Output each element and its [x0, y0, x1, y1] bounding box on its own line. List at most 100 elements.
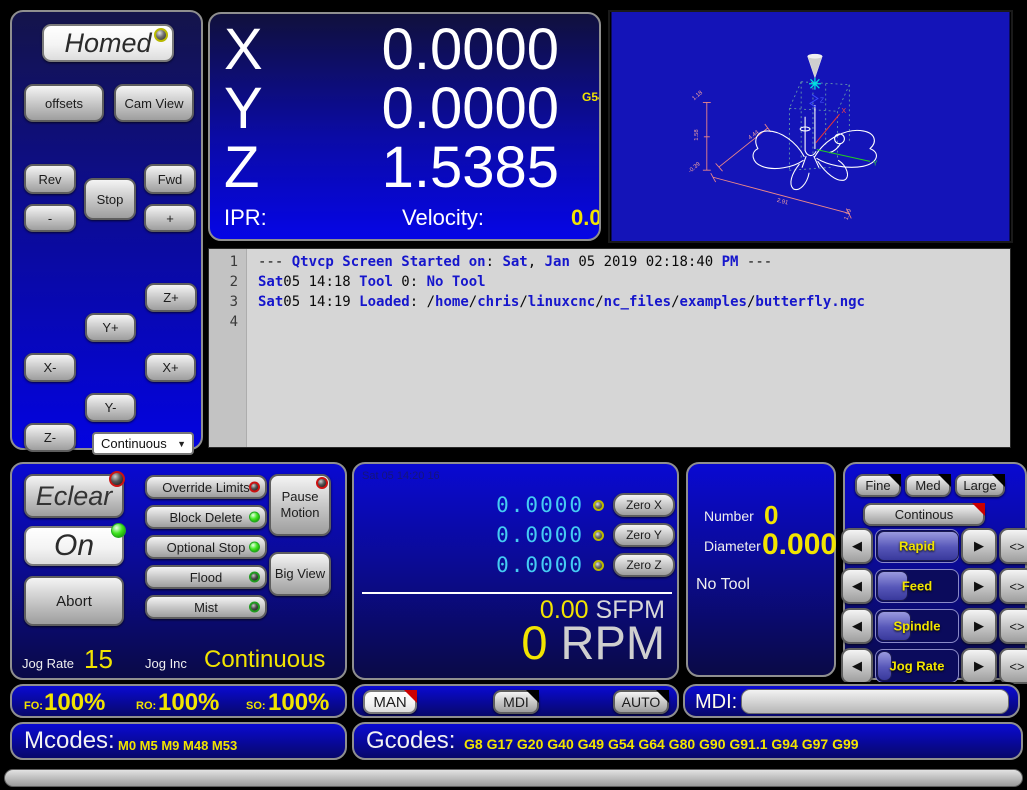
toggle-block-delete-button[interactable]: Block Delete [145, 505, 267, 529]
swap-button[interactable]: <> [999, 528, 1027, 564]
rapid-override-value: 100% [158, 689, 219, 717]
jog-med-button[interactable]: Med [905, 474, 951, 497]
decrease-button[interactable]: ◀ [841, 528, 873, 564]
pause-motion-button[interactable]: Pause Motion [269, 474, 331, 536]
jog-y-minus-button[interactable]: Y- [85, 393, 136, 422]
increase-button[interactable]: ▶ [961, 528, 997, 564]
toggle-mist-button[interactable]: Mist [145, 595, 267, 619]
jog-continuous-button[interactable]: Continous [863, 503, 985, 526]
dro-axis-value: 1.5385 [382, 138, 559, 197]
toggle-override-limits-button[interactable]: Override Limits [145, 475, 267, 499]
preview-background [611, 12, 1009, 241]
mdi-label: MDI: [695, 691, 737, 714]
homed-button[interactable]: Homed [42, 24, 174, 62]
log-lines: 1--- Qtvcp Screen Started on: Sat, Jan 0… [209, 252, 1010, 332]
mcodes-label: Mcodes: [24, 727, 115, 755]
toggle-led-icon [249, 482, 260, 493]
toggle-led-icon [249, 572, 260, 583]
log-segment: : [486, 254, 503, 270]
y-axis-label: Y [873, 160, 878, 167]
log-line-number: 4 [209, 312, 246, 332]
toggle-led-icon [249, 512, 260, 523]
increase-button[interactable]: ▶ [961, 568, 997, 604]
spindle-rev-button[interactable]: Rev [24, 164, 76, 194]
log-segment: examples [680, 294, 747, 310]
jog-z-minus-button[interactable]: Z- [24, 423, 76, 452]
log-segment: nc_files [604, 294, 671, 310]
dro-axis-row: Y0.0000 [210, 79, 599, 138]
estop-clear-button[interactable]: Eclear [24, 474, 124, 518]
toggle-optional-stop-button[interactable]: Optional Stop [145, 535, 267, 559]
slider-label: Spindle [876, 619, 958, 634]
big-view-button[interactable]: Big View [269, 552, 331, 596]
log-line: 1--- Qtvcp Screen Started on: Sat, Jan 0… [209, 252, 1010, 272]
log-line: 3Sat05 14:19 Loaded: /home/chris/linuxcn… [209, 292, 1010, 312]
abort-button[interactable]: Abort [24, 576, 124, 626]
slider-groove[interactable]: Jog Rate [875, 649, 959, 683]
jog-large-button[interactable]: Large [955, 474, 1005, 497]
mode-mdi-button[interactable]: MDI [493, 690, 539, 714]
zero-z-button[interactable]: Zero Z [613, 553, 675, 577]
tool-number-value: 0 [764, 500, 778, 531]
spindle-plus-button[interactable]: + [144, 204, 196, 232]
offsets-button[interactable]: offsets [24, 84, 104, 122]
slider-groove[interactable]: Spindle [875, 609, 959, 643]
jog-x-minus-button[interactable]: X- [24, 353, 76, 382]
pause-motion-led-icon [316, 477, 328, 489]
dro-axis-value: 0.0000 [382, 20, 559, 79]
ipr-label: IPR: [224, 205, 267, 231]
divider-line [362, 592, 672, 594]
swap-button[interactable]: <> [999, 568, 1027, 604]
swap-button[interactable]: <> [999, 648, 1027, 684]
jog-increment-dropdown[interactable]: Continuous ▼ [92, 432, 194, 455]
decrease-button[interactable]: ◀ [841, 608, 873, 644]
x-axis-label: X [841, 108, 846, 115]
zero-x-button[interactable]: Zero X [613, 493, 675, 517]
jog-z-plus-button[interactable]: Z+ [145, 283, 197, 312]
spindle-fwd-button[interactable]: Fwd [144, 164, 196, 194]
jog-y-plus-button[interactable]: Y+ [85, 313, 136, 342]
qtvcp-screen: Homed offsets Cam View Rev Stop Fwd - + … [0, 0, 1027, 790]
log-segment: Tool [359, 274, 393, 290]
slider-label: Rapid [876, 539, 958, 554]
toggle-flood-button[interactable]: Flood [145, 565, 267, 589]
log-segment: Loaded [359, 294, 410, 310]
slider-groove[interactable]: Rapid [875, 529, 959, 563]
decrease-button[interactable]: ◀ [841, 648, 873, 684]
decrease-button[interactable]: ◀ [841, 568, 873, 604]
override-readouts-panel: FO: 100% RO: 100% SO: 100% [10, 684, 347, 718]
cam-view-button[interactable]: Cam View [114, 84, 194, 122]
mcodes-active: M0 M5 M9 M48 M53 [118, 738, 237, 753]
mode-auto-button[interactable]: AUTO [613, 690, 669, 714]
slider-groove[interactable]: Feed [875, 569, 959, 603]
swap-button[interactable]: <> [999, 608, 1027, 644]
toggle-label: Override Limits [162, 480, 249, 495]
mode-panel: MAN MDI AUTO [352, 684, 679, 718]
rpm-readout: 0 RPM [521, 616, 665, 670]
dro-axis-value: 0.0000 [382, 79, 559, 138]
increase-button[interactable]: ▶ [961, 648, 997, 684]
increase-button[interactable]: ▶ [961, 608, 997, 644]
gremlin-preview[interactable]: 1.18 1.58 -0.39 4.44 2.91 1.19 [608, 10, 1013, 243]
spindle-stop-button[interactable]: Stop [84, 178, 136, 220]
jog-fine-button[interactable]: Fine [855, 474, 901, 497]
chevron-down-icon: ▼ [177, 439, 186, 449]
spindle-minus-button[interactable]: - [24, 204, 76, 232]
mode-manual-button[interactable]: MAN [363, 690, 417, 714]
tool-number-label: Number [704, 508, 754, 524]
zero-y-button[interactable]: Zero Y [613, 523, 675, 547]
log-line-number: 1 [209, 252, 246, 272]
log-line-number: 3 [209, 292, 246, 312]
dro-axis-row: X0.0000 [210, 20, 599, 79]
jog-rate-label: Jog Rate [22, 656, 74, 671]
log-segment: Sat [258, 274, 283, 290]
axis-led-icon [593, 500, 604, 511]
log-segment: 05 2019 02:18:40 [570, 254, 722, 270]
overrides-panel: Fine Med Large Continous ◀Rapid▶<>◀Feed▶… [843, 462, 1027, 680]
machine-on-button[interactable]: On [24, 526, 124, 566]
rpm-value: 0 [521, 616, 547, 669]
mdi-input[interactable] [741, 689, 1009, 714]
log-segment: .ngc [831, 294, 865, 310]
machine-on-led-icon [111, 523, 126, 538]
jog-x-plus-button[interactable]: X+ [145, 353, 196, 382]
